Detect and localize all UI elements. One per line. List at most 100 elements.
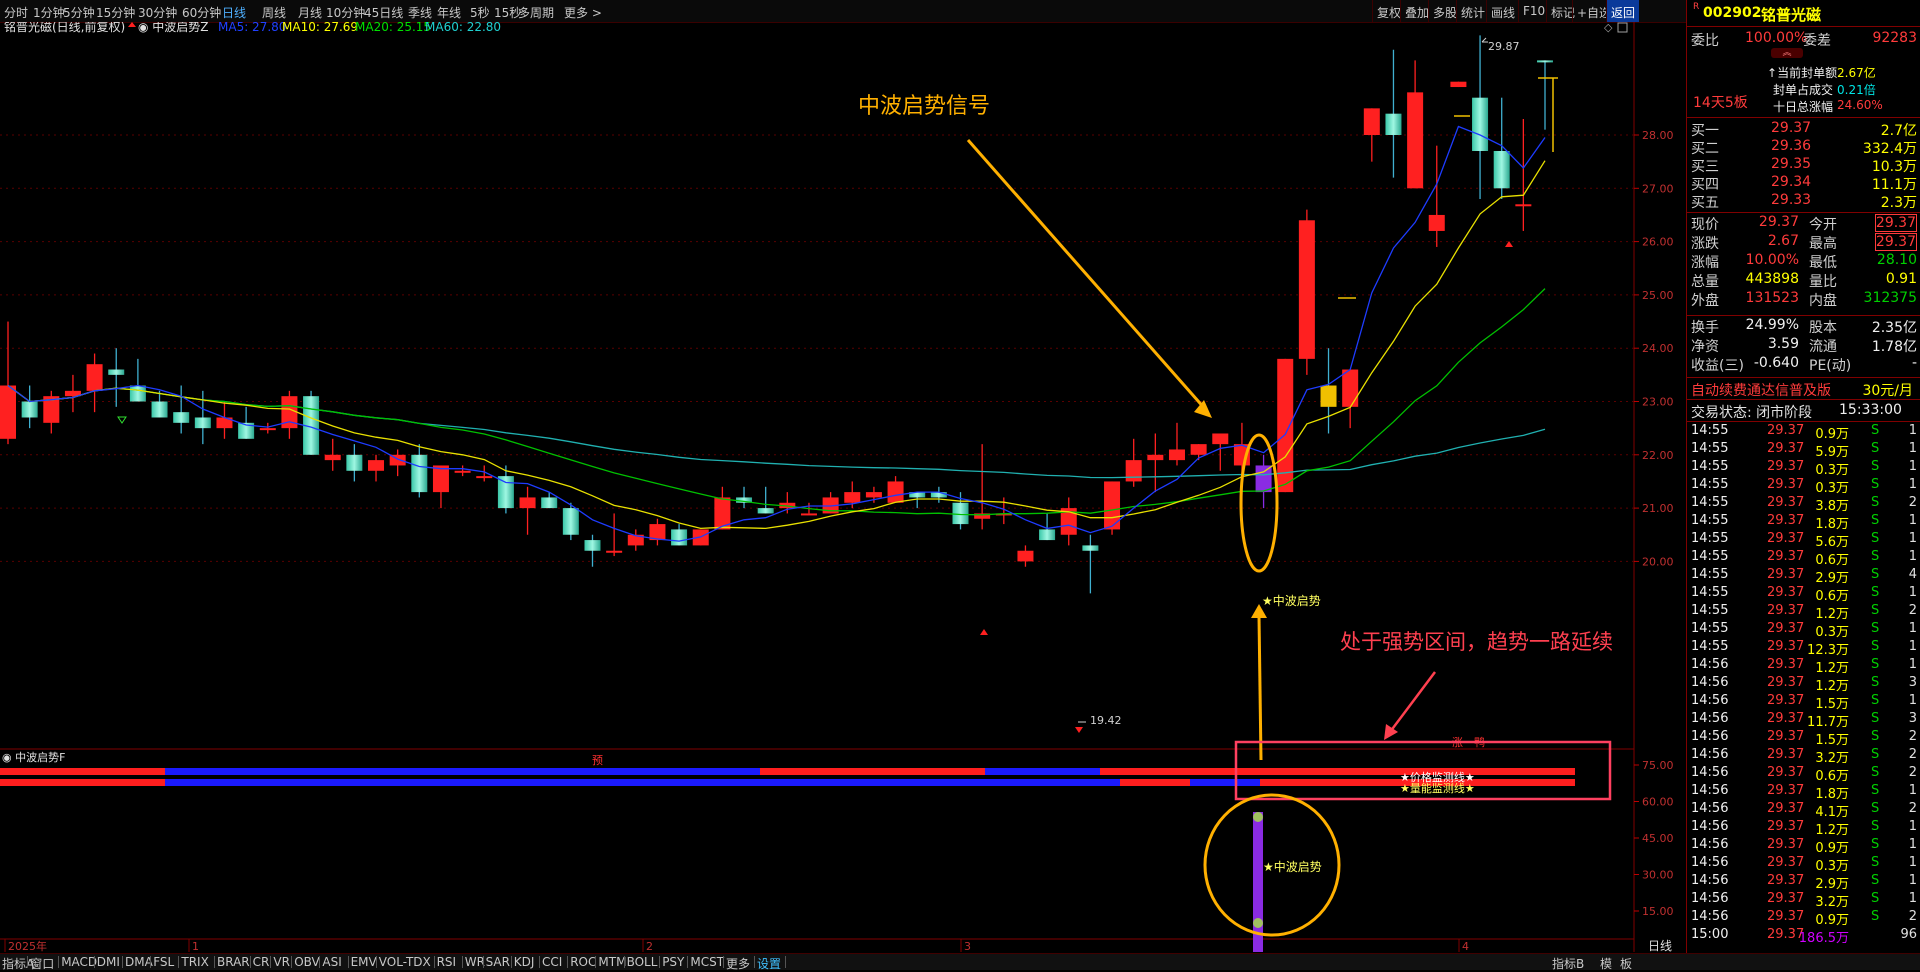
kline-chart[interactable]: 铭普光磁(日线,前复权) ◉ 中波启势Z MA5: 27.80MA10: 27.69…: [0, 22, 1686, 952]
period-tab-7[interactable]: 周线: [262, 4, 286, 21]
period-tab-4[interactable]: 30分钟: [138, 4, 177, 21]
candle-body: [606, 550, 623, 553]
period-tab-5[interactable]: 60分钟: [182, 4, 221, 21]
indicator-tab-23[interactable]: MCST: [690, 955, 724, 969]
tick-count: 3: [1908, 675, 1917, 690]
indicator-tab-11[interactable]: ASI: [322, 955, 341, 969]
tick-volume: 0.3万: [1815, 859, 1849, 874]
indicator-tab-16[interactable]: SAR: [486, 955, 510, 969]
bottom-right-tab-2[interactable]: 板: [1620, 955, 1632, 972]
tick-time: 14:55: [1691, 531, 1729, 546]
period-tab-6[interactable]: 日线: [222, 4, 246, 21]
bid-volume: 11.1万: [1871, 177, 1917, 193]
tick-row: 14:56 29.37 0.3万 S 1: [1691, 855, 1917, 874]
toolbar-button-8[interactable]: 返回: [1606, 0, 1640, 22]
indicator-tab-6[interactable]: TRIX: [181, 955, 208, 969]
period-tab-16[interactable]: 更多 >: [564, 4, 602, 21]
indicator-tab-8[interactable]: CR: [253, 955, 270, 969]
candle-body: [757, 508, 774, 514]
tick-price: 29.37: [1767, 495, 1805, 510]
candle-body: [497, 476, 514, 509]
indicator-tab-14[interactable]: RSI: [437, 955, 457, 969]
toolbar-button-3[interactable]: 统计: [1456, 0, 1489, 22]
high-price-label: 29.87: [1488, 40, 1520, 53]
candle-body: [1407, 92, 1424, 189]
bottom-right-tab-1[interactable]: 模: [1600, 955, 1612, 972]
tick-count: 4: [1908, 567, 1917, 582]
tick-list[interactable]: 14:55 29.37 0.9万 S 1 14:55 29.37 5.9万 S 1 14:55 29.…: [1687, 423, 1920, 953]
ad-text[interactable]: 自动续费通达信普及版: [1691, 383, 1831, 399]
green-arrow-icon: [117, 416, 127, 424]
indicator-tab-17[interactable]: KDJ: [514, 955, 535, 969]
period-tab-15[interactable]: 多周期: [518, 4, 554, 21]
annotation-arrowhead-icon: [1194, 400, 1212, 418]
period-tab-8[interactable]: 月线: [298, 4, 322, 21]
period-tab-10[interactable]: 45日线: [364, 4, 403, 21]
bid-row[interactable]: 买二 29.36 332.4万: [1691, 138, 1917, 157]
period-tab-1[interactable]: 1分钟: [33, 4, 65, 21]
indicator-tab-12[interactable]: EMV: [351, 955, 377, 969]
candle-body: [887, 481, 904, 503]
bottom-right-tab-0[interactable]: 指标B: [1552, 955, 1584, 972]
sub-signal-label: ★中波启势: [1263, 859, 1322, 874]
indicator-tab-21[interactable]: BOLL: [627, 955, 658, 969]
indicator-tab-2[interactable]: MACD: [61, 955, 97, 969]
indicator-tab-13[interactable]: VOL-TDX: [379, 955, 431, 969]
tick-row: 14:56 29.37 0.6万 S 2: [1691, 765, 1917, 784]
indicator-tab-4[interactable]: DMA: [125, 955, 153, 969]
period-tab-2[interactable]: 5分钟: [63, 4, 95, 21]
bid-row[interactable]: 买四 29.34 11.1万: [1691, 174, 1917, 193]
ma20-label: MA20: 25.15: [355, 22, 431, 34]
indicator-tab-10[interactable]: OBV: [294, 955, 320, 969]
ad-row[interactable]: 自动续费通达信普及版 30元/月: [1691, 380, 1917, 400]
stat2-row: 净资 3.59 流通 1.78亿: [1691, 336, 1917, 355]
bid-row[interactable]: 买一 29.37 2.7亿: [1691, 120, 1917, 139]
indicator-tab-7[interactable]: BRAR: [217, 955, 250, 969]
collapse-handle[interactable]: ︽: [1771, 48, 1803, 58]
toolbar-button-4[interactable]: 画线: [1486, 0, 1519, 22]
tick-time: 14:55: [1691, 567, 1729, 582]
time-axis-label: 4: [1462, 940, 1469, 952]
indicator-tab-22[interactable]: PSY: [662, 955, 684, 969]
indicator-tab-19[interactable]: ROC: [570, 955, 596, 969]
indicator-tab-24[interactable]: 更多: [726, 955, 750, 972]
candle-body: [1082, 545, 1099, 551]
ad-price[interactable]: 30元/月: [1862, 380, 1913, 400]
indicator-tab-3[interactable]: DMI: [97, 955, 120, 969]
candle-body: [1450, 81, 1467, 88]
tick-side: S: [1871, 621, 1880, 636]
period-tab-0[interactable]: 分时: [4, 4, 28, 21]
tick-side: S: [1871, 837, 1880, 852]
tick-count: 1: [1908, 783, 1917, 798]
stat-value-2: 0.91: [1885, 271, 1917, 287]
tick-time: 14:56: [1691, 783, 1729, 798]
bid-row[interactable]: 买五 29.33 2.3万: [1691, 192, 1917, 211]
tick-row: 14:56 29.37 1.2万 S 1: [1691, 657, 1917, 676]
bid-row[interactable]: 买三 29.35 10.3万: [1691, 156, 1917, 175]
period-tab-9[interactable]: 10分钟: [326, 4, 365, 21]
toolbar-button-5[interactable]: F10: [1518, 0, 1549, 22]
candle-body: [1363, 108, 1380, 135]
tick-volume: 186.5万: [1798, 931, 1849, 946]
time-axis-label: 2025年: [8, 939, 47, 952]
stat-label-2: 最低: [1809, 255, 1837, 271]
diamond-icon: ◇: [1604, 22, 1613, 34]
indicator-tab-5[interactable]: FSL: [153, 955, 174, 969]
tick-row: 14:55 29.37 0.9万 S 1: [1691, 423, 1917, 442]
indicator-tab-25[interactable]: 设置: [757, 955, 781, 972]
indicator-tab-1[interactable]: 窗口: [30, 955, 54, 972]
indicator-tab-9[interactable]: VR: [273, 955, 290, 969]
tick-time: 14:56: [1691, 891, 1729, 906]
tick-row: 14:56 29.37 1.5万 S 2: [1691, 729, 1917, 748]
candle-body: [952, 502, 969, 525]
period-tab-11[interactable]: 季线: [408, 4, 432, 21]
indicator-tab-20[interactable]: MTM: [598, 955, 626, 969]
indicator-tab-18[interactable]: CCI: [542, 955, 562, 969]
period-tab-3[interactable]: 15分钟: [96, 4, 135, 21]
tick-side: S: [1871, 891, 1880, 906]
period-tab-12[interactable]: 年线: [437, 4, 461, 21]
board-label: 14天5板: [1693, 95, 1748, 111]
signal-title-annotation: 中波启势信号: [858, 94, 990, 119]
candle-body: [1298, 220, 1315, 359]
period-tab-13[interactable]: 5秒: [470, 4, 490, 21]
